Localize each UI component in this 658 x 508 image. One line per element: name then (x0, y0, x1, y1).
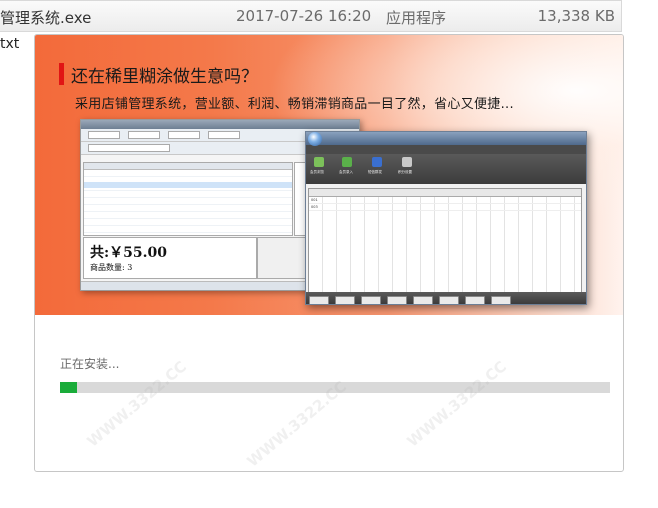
pos-titlebar (81, 120, 359, 129)
install-status: 正在安装... (60, 357, 120, 371)
pos-item-count: 商品数量: 3 (90, 263, 133, 272)
member-browse-icon (314, 157, 324, 167)
ribbon-label: 会员浏览 (310, 170, 324, 174)
member-screenshot: 会员管理消费项目统计查询系统设置 会员浏览 会员录入 短信群发 积分设置 001… (305, 131, 587, 305)
banner-subline: 采用店铺管理系统，营业额、利润、畅销滞销商品一目了然，省心又便捷... (75, 97, 514, 112)
file-list-row[interactable]: 管理系统.exe 2017-07-26 16:20 应用程序 13,338 KB (0, 0, 622, 32)
headline-accent-bar (59, 63, 64, 85)
file-type: 应用程序 (386, 9, 447, 27)
file-date: 2017-07-26 16:20 (236, 7, 372, 25)
points-icon (402, 157, 412, 167)
sms-icon (372, 157, 382, 167)
member-tabs: 会员管理消费项目统计查询系统设置 (306, 145, 586, 163)
ribbon-label: 短信群发 (368, 170, 382, 174)
side-file-label: txt (0, 36, 20, 52)
banner-headline: 还在稀里糊涂做生意吗？ (71, 67, 258, 87)
member-titlebar (306, 132, 586, 145)
member-grid: 001 003 (308, 188, 582, 294)
file-name: 管理系统.exe (0, 9, 92, 27)
pos-total-amount: 共:￥55.00 (90, 245, 168, 261)
ribbon-label: 会员录入 (339, 170, 353, 174)
member-row: 001 (309, 197, 581, 204)
pos-items-grid (83, 162, 293, 236)
install-progress-fill (60, 382, 77, 393)
pos-total-panel: 共:￥55.00 商品数量: 3 (83, 237, 257, 279)
member-row: 003 (309, 204, 581, 211)
install-progress-bar (60, 382, 610, 393)
ribbon-label: 积分设置 (398, 170, 412, 174)
member-footer-buttons (306, 292, 586, 304)
app-orb-icon (308, 132, 322, 146)
promo-banner: 还在稀里糊涂做生意吗？ 采用店铺管理系统，营业额、利润、畅销滞销商品一目了然，省… (35, 35, 623, 315)
member-add-icon (342, 157, 352, 167)
installer-window: 还在稀里糊涂做生意吗？ 采用店铺管理系统，营业额、利润、畅销滞销商品一目了然，省… (34, 34, 624, 472)
member-ribbon: 会员浏览 会员录入 短信群发 积分设置 (306, 154, 586, 184)
file-size: 13,338 KB (537, 7, 615, 25)
watermark: WWW.3322.CC (403, 357, 510, 451)
